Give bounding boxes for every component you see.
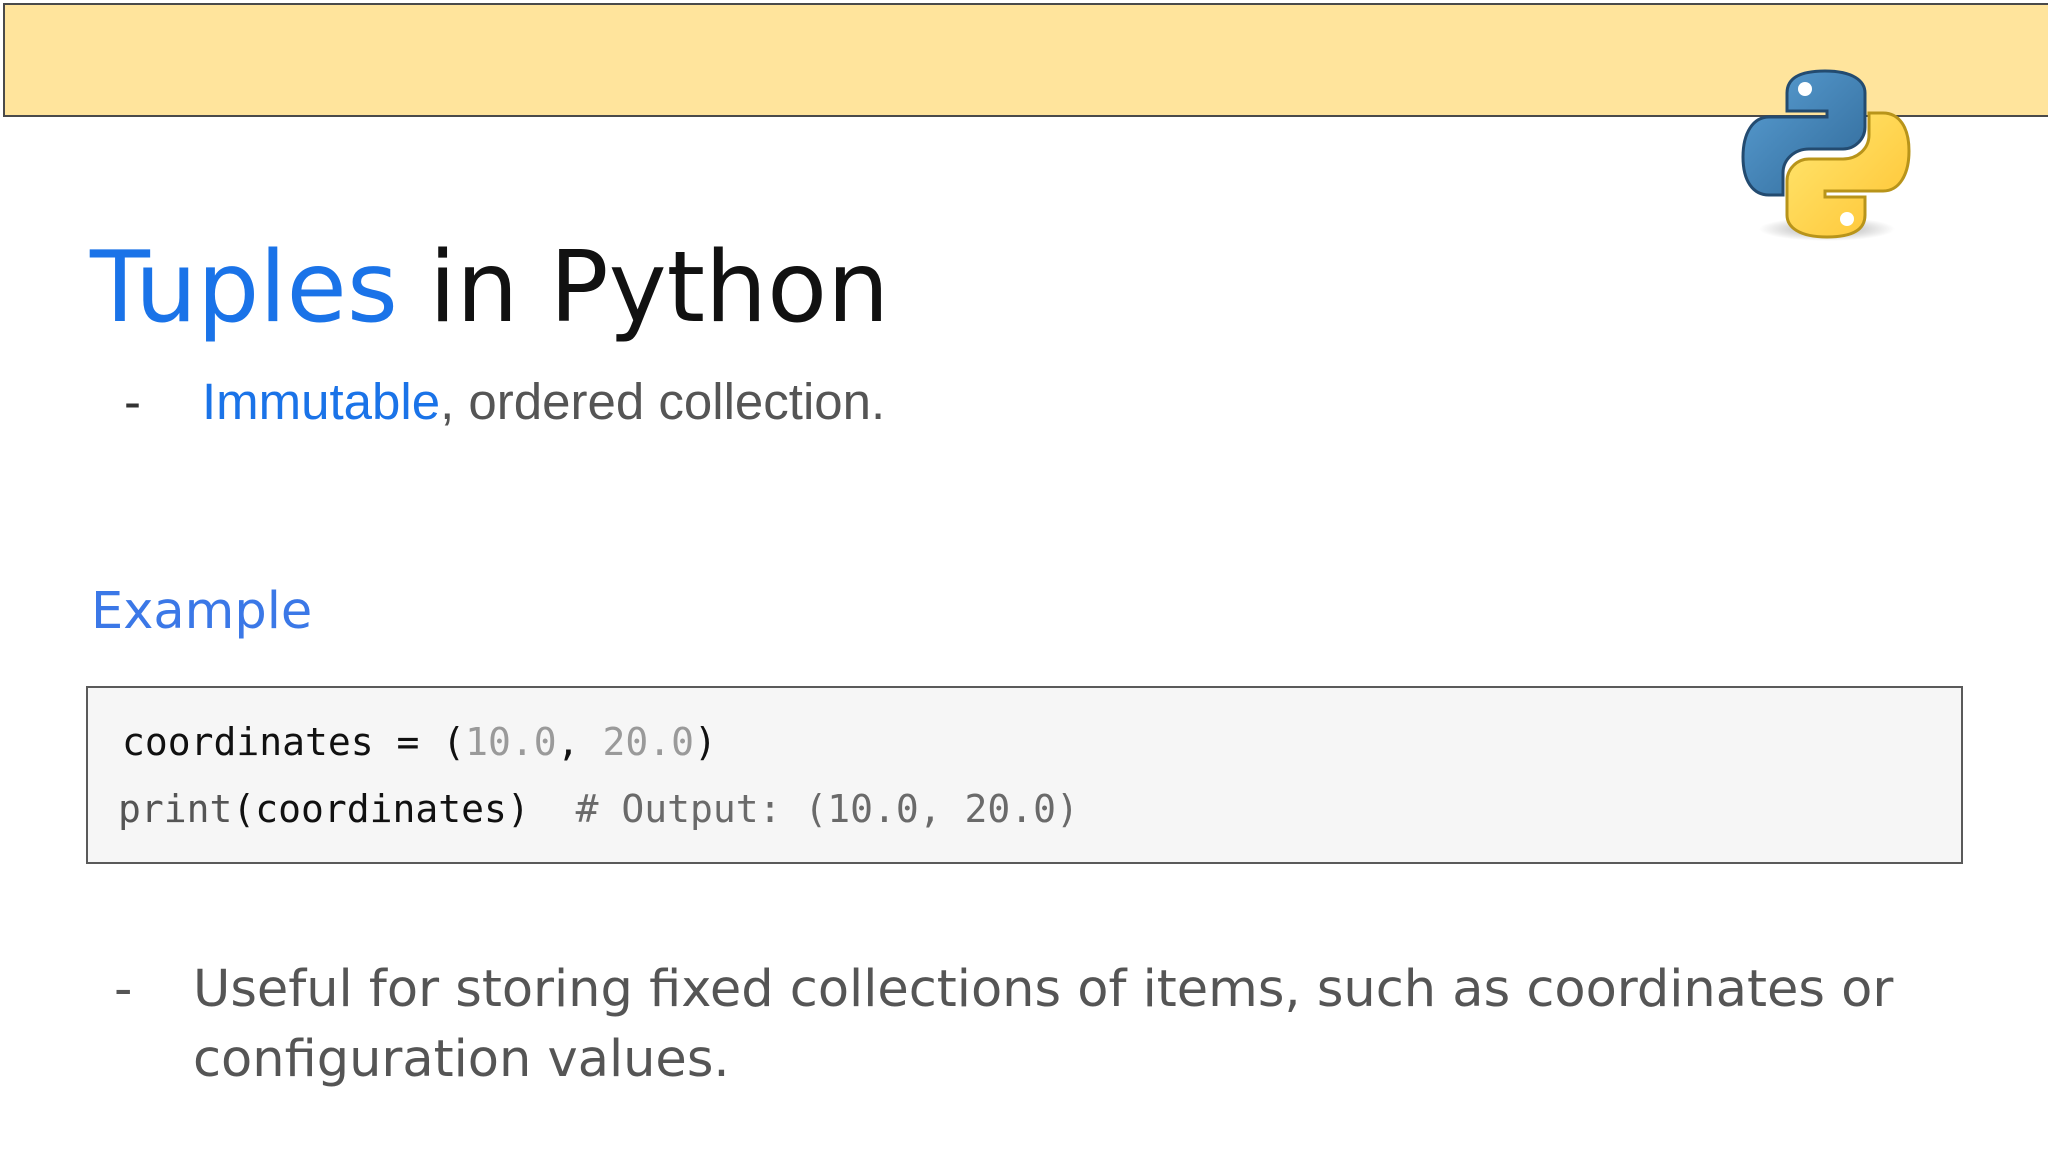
slide: Tuples in Python - Immutable, ordered co… (0, 0, 2048, 1152)
bullet-accent: Immutable (202, 373, 441, 430)
code-close-paren: ) (693, 720, 717, 764)
bullet-text: Immutable, ordered collection. (202, 372, 885, 432)
code-line-1: coordinates = (10.0, 20.0) (122, 717, 717, 767)
example-heading: Example (91, 582, 313, 641)
title-rest: in Python (397, 231, 890, 345)
code-output: (10.0, 20.0) (804, 787, 1079, 831)
code-function: print (118, 787, 233, 831)
code-number: 20.0 (602, 720, 694, 764)
code-comment: # Output: (529, 787, 805, 831)
code-separator: , (556, 720, 603, 764)
code-args: (coordinates) (232, 787, 530, 831)
bullet-marker: - (124, 373, 141, 430)
bullet-rest: , ordered collection. (440, 373, 886, 430)
code-line-2: print(coordinates) # Output: (10.0, 20.0… (118, 784, 1079, 834)
bullet-marker: - (114, 960, 133, 1019)
title-accent: Tuples (90, 231, 398, 345)
slide-title: Tuples in Python (90, 228, 889, 348)
code-block: coordinates = (10.0, 20.0) print(coordin… (86, 686, 1963, 864)
python-logo-icon (1741, 69, 1911, 241)
code-assign: coordinates = ( (122, 720, 466, 764)
bullet-text: Useful for storing fixed collections of … (193, 960, 1894, 1089)
code-number: 10.0 (465, 720, 557, 764)
